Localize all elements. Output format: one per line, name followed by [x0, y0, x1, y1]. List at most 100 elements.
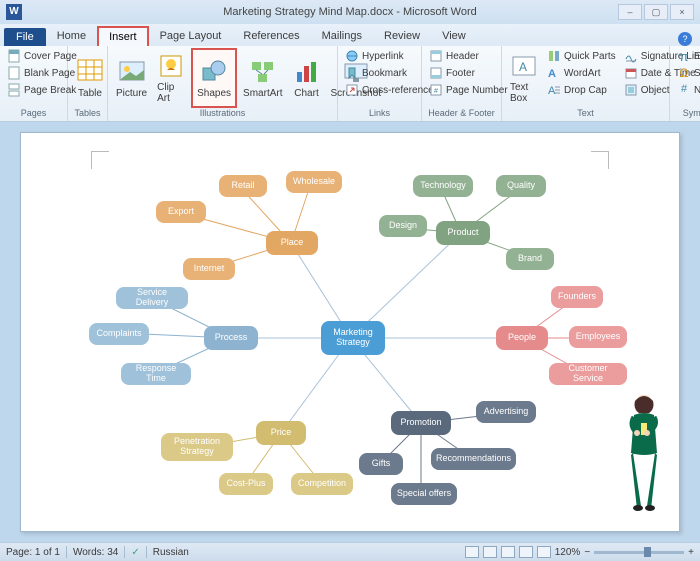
node-service-delivery[interactable]: Service Delivery [116, 287, 188, 309]
number-button[interactable]: #Number [674, 82, 700, 98]
group-pages: Pages [4, 108, 63, 119]
pagenum-button[interactable]: #Page Number [426, 82, 497, 98]
page-icon [7, 49, 21, 63]
node-competition[interactable]: Competition [291, 473, 353, 495]
node-price[interactable]: Price [256, 421, 306, 445]
cover-page-button[interactable]: Cover Page [4, 48, 63, 64]
tab-references[interactable]: References [232, 26, 310, 46]
close-button[interactable]: × [670, 4, 694, 20]
symbol-button[interactable]: ΩSymbol [674, 65, 700, 81]
node-founders[interactable]: Founders [551, 286, 603, 308]
bookmark-icon [345, 66, 359, 80]
node-brand[interactable]: Brand [506, 248, 554, 270]
shapes-icon [200, 58, 228, 86]
footer-button[interactable]: Footer [426, 65, 497, 81]
node-retail[interactable]: Retail [219, 175, 267, 197]
node-center[interactable]: Marketing Strategy [321, 321, 385, 355]
status-spellcheck-icon[interactable]: ✓ [131, 547, 139, 558]
svg-text:A: A [519, 60, 527, 74]
node-special-offers[interactable]: Special offers [391, 483, 457, 505]
wordart-button[interactable]: AWordArt [544, 65, 619, 81]
tab-insert[interactable]: Insert [97, 26, 149, 46]
zoom-out[interactable]: − [584, 547, 590, 558]
chart-icon [293, 58, 321, 86]
node-design[interactable]: Design [379, 215, 427, 237]
wordart-icon: A [547, 66, 561, 80]
textbox-button[interactable]: AText Box [506, 48, 542, 108]
dropcap-icon: A [547, 83, 561, 97]
dropcap-button[interactable]: ADrop Cap [544, 82, 619, 98]
zoom-slider[interactable] [594, 551, 684, 554]
footer-icon [429, 66, 443, 80]
status-page[interactable]: Page: 1 of 1 [6, 547, 60, 558]
sigline-icon [624, 49, 638, 63]
help-icon[interactable]: ? [678, 32, 692, 46]
view-outline[interactable] [519, 546, 533, 558]
status-language[interactable]: Russian [153, 547, 189, 558]
node-export[interactable]: Export [156, 201, 206, 223]
group-symbols: Symbols [674, 108, 700, 119]
tab-file[interactable]: File [4, 28, 46, 46]
table-icon [76, 58, 104, 86]
node-place[interactable]: Place [266, 231, 318, 255]
view-draft[interactable] [537, 546, 551, 558]
tab-mailings[interactable]: Mailings [311, 26, 373, 46]
maximize-button[interactable]: ▢ [644, 4, 668, 20]
node-wholesale[interactable]: Wholesale [286, 171, 342, 193]
node-people[interactable]: People [496, 326, 548, 350]
blank-page-button[interactable]: Blank Page [4, 65, 63, 81]
smartart-icon [249, 58, 277, 86]
group-links: Links [342, 108, 417, 119]
number-icon: # [677, 83, 691, 97]
page-break-button[interactable]: Page Break [4, 82, 63, 98]
minimize-button[interactable]: – [618, 4, 642, 20]
node-complaints[interactable]: Complaints [89, 323, 149, 345]
ribbon: Cover Page Blank Page Page Break Pages T… [0, 46, 700, 122]
chart-button[interactable]: Chart [289, 48, 325, 108]
table-button[interactable]: Table [72, 48, 108, 108]
status-words[interactable]: Words: 34 [73, 547, 118, 558]
header-button[interactable]: Header [426, 48, 497, 64]
smartart-button[interactable]: SmartArt [239, 48, 286, 108]
equation-button[interactable]: πEquation [674, 48, 700, 64]
view-print-layout[interactable] [465, 546, 479, 558]
hyperlink-button[interactable]: Hyperlink [342, 48, 417, 64]
symbol-icon: Ω [677, 66, 691, 80]
status-bar: Page: 1 of 1 Words: 34 ✓ Russian 120% − … [0, 542, 700, 561]
node-product[interactable]: Product [436, 221, 490, 245]
tab-review[interactable]: Review [373, 26, 431, 46]
page-break-icon [7, 83, 21, 97]
node-technology[interactable]: Technology [413, 175, 473, 197]
node-customer-service[interactable]: Customer Service [549, 363, 627, 385]
node-promotion[interactable]: Promotion [391, 411, 451, 435]
tab-view[interactable]: View [431, 26, 477, 46]
shapes-button[interactable]: Shapes [191, 48, 237, 108]
quickparts-button[interactable]: Quick Parts [544, 48, 619, 64]
bookmark-button[interactable]: Bookmark [342, 65, 417, 81]
node-quality[interactable]: Quality [496, 175, 546, 197]
node-internet[interactable]: Internet [183, 258, 235, 280]
node-process[interactable]: Process [204, 326, 258, 350]
node-costplus[interactable]: Cost-Plus [219, 473, 273, 495]
status-zoom[interactable]: 120% [555, 547, 581, 558]
group-illustrations: Illustrations [112, 108, 333, 119]
crossref-icon [345, 83, 359, 97]
datetime-icon [624, 66, 638, 80]
view-web[interactable] [501, 546, 515, 558]
node-response-time[interactable]: Response Time [121, 363, 191, 385]
node-penetration[interactable]: Penetration Strategy [161, 433, 233, 461]
page[interactable]: Marketing Strategy Place Retail Wholesal… [20, 132, 680, 532]
picture-icon [118, 58, 146, 86]
picture-button[interactable]: Picture [112, 48, 151, 108]
node-advertising[interactable]: Advertising [476, 401, 536, 423]
node-recommendations[interactable]: Recommendations [431, 448, 516, 470]
node-gifts[interactable]: Gifts [359, 453, 403, 475]
crossref-button[interactable]: Cross-reference [342, 82, 417, 98]
group-text: Text [506, 108, 665, 119]
tab-home[interactable]: Home [46, 26, 97, 46]
clipart-button[interactable]: Clip Art [153, 48, 189, 108]
zoom-in[interactable]: + [688, 547, 694, 558]
node-employees[interactable]: Employees [569, 326, 627, 348]
view-fullscreen[interactable] [483, 546, 497, 558]
tab-page-layout[interactable]: Page Layout [149, 26, 233, 46]
